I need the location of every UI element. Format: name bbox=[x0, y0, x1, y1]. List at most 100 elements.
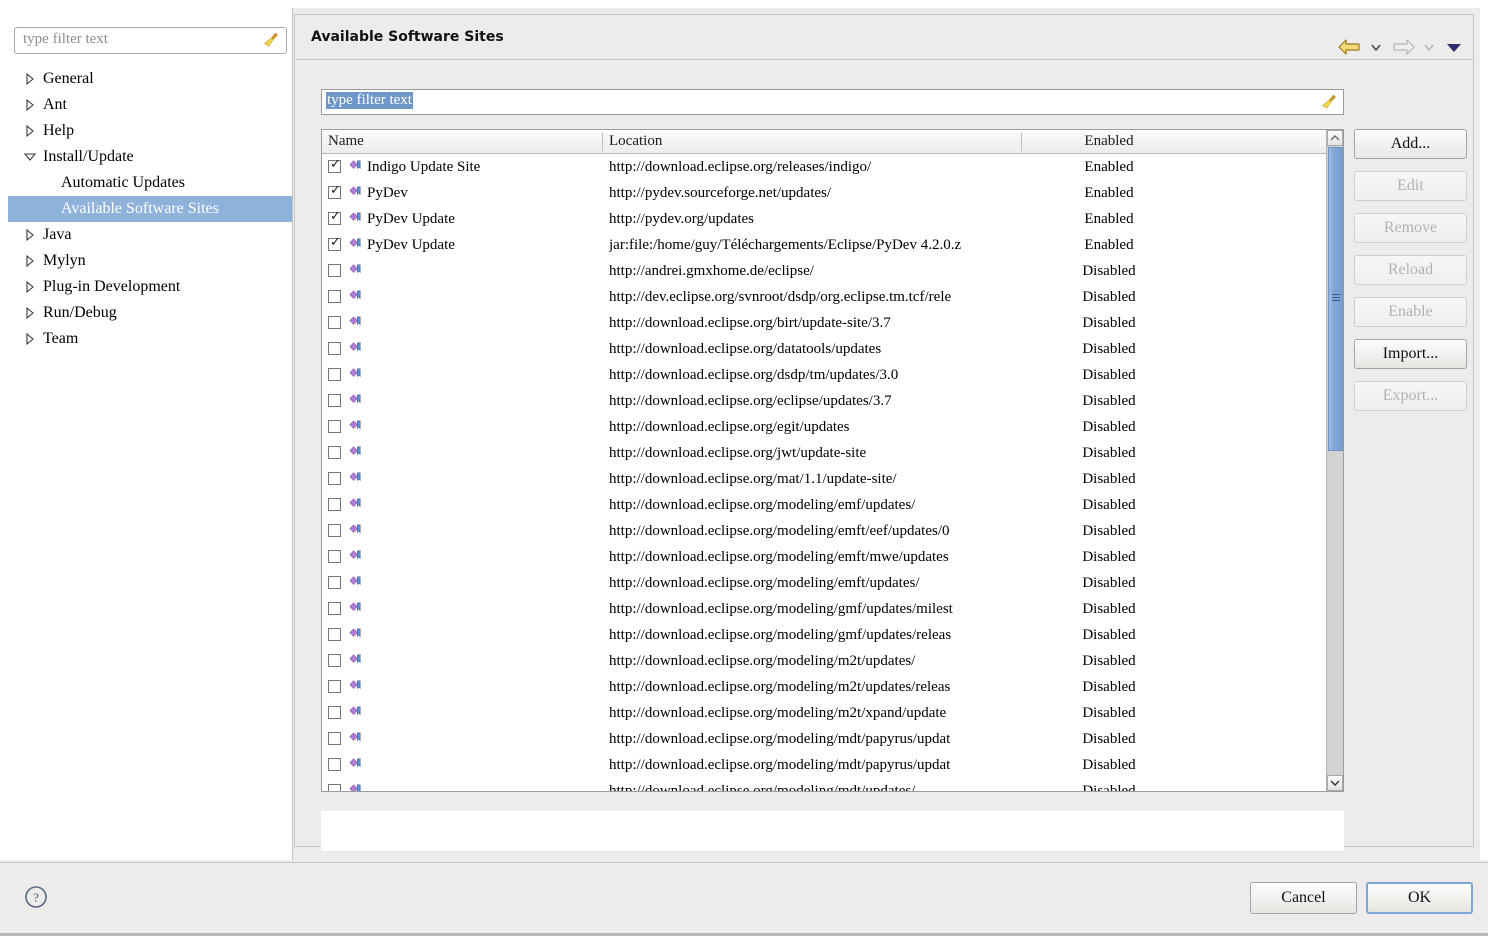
scroll-up-button[interactable] bbox=[1327, 130, 1343, 146]
row-checkbox[interactable] bbox=[328, 342, 341, 355]
row-checkbox[interactable] bbox=[328, 654, 341, 667]
table-row[interactable]: http://download.eclipse.org/dsdp/tm/upda… bbox=[322, 362, 1322, 388]
table-row[interactable]: ✓ PyDev http://pydev.sourceforge.net/updat… bbox=[322, 180, 1322, 206]
chevron-right-icon[interactable] bbox=[23, 300, 37, 326]
broom-icon[interactable] bbox=[262, 31, 280, 49]
row-enabled-status: Disabled bbox=[1082, 523, 1136, 539]
table-row[interactable]: http://download.eclipse.org/modeling/m2t… bbox=[322, 674, 1322, 700]
ok-button[interactable]: OK bbox=[1366, 882, 1473, 914]
table-row[interactable]: ✓ Indigo Update Site http://download.eclip… bbox=[322, 154, 1322, 180]
table-row[interactable]: http://download.eclipse.org/modeling/mdt… bbox=[322, 778, 1322, 791]
sidebar-item-run-debug[interactable]: Run/Debug bbox=[8, 300, 292, 326]
row-checkbox[interactable] bbox=[328, 368, 341, 381]
table-scrollbar[interactable] bbox=[1326, 130, 1343, 791]
chevron-right-icon[interactable] bbox=[23, 248, 37, 274]
row-checkbox[interactable] bbox=[328, 732, 341, 745]
table-row[interactable]: http://download.eclipse.org/modeling/gmf… bbox=[322, 596, 1322, 622]
row-checkbox[interactable] bbox=[328, 472, 341, 485]
table-row[interactable]: http://andrei.gmxhome.de/eclipse/Disable… bbox=[322, 258, 1322, 284]
table-row[interactable]: http://download.eclipse.org/mat/1.1/upda… bbox=[322, 466, 1322, 492]
update-site-icon bbox=[349, 732, 361, 742]
table-row[interactable]: http://dev.eclipse.org/svnroot/dsdp/org.… bbox=[322, 284, 1322, 310]
sidebar-item-general[interactable]: General bbox=[8, 66, 292, 92]
table-row[interactable]: http://download.eclipse.org/modeling/emf… bbox=[322, 492, 1322, 518]
sidebar-item-team[interactable]: Team bbox=[8, 326, 292, 352]
sidebar-filter-input[interactable]: type filter text bbox=[23, 31, 108, 48]
row-checkbox[interactable] bbox=[328, 706, 341, 719]
row-checkbox[interactable] bbox=[328, 446, 341, 459]
import-button[interactable]: Import... bbox=[1354, 339, 1467, 369]
chevron-right-icon[interactable] bbox=[23, 274, 37, 300]
column-header-location[interactable]: Location bbox=[609, 130, 662, 153]
check-icon: ✓ bbox=[330, 183, 341, 198]
sidebar-item-plug-in-development[interactable]: Plug-in Development bbox=[8, 274, 292, 300]
scroll-down-button[interactable] bbox=[1327, 775, 1343, 791]
row-checkbox[interactable] bbox=[328, 420, 341, 433]
row-checkbox[interactable] bbox=[328, 784, 341, 791]
row-checkbox[interactable] bbox=[328, 628, 341, 641]
chevron-down-icon[interactable] bbox=[23, 144, 37, 170]
row-checkbox[interactable]: ✓ bbox=[328, 210, 341, 225]
row-location: http://download.eclipse.org/modeling/mdt… bbox=[609, 731, 951, 747]
sidebar-item-label: Install/Update bbox=[43, 148, 134, 165]
row-checkbox[interactable] bbox=[328, 498, 341, 511]
sidebar-item-java[interactable]: Java bbox=[8, 222, 292, 248]
help-circle-icon[interactable]: ? bbox=[24, 885, 48, 909]
add-button[interactable]: Add... bbox=[1354, 129, 1467, 159]
table-row[interactable]: http://download.eclipse.org/jwt/update-s… bbox=[322, 440, 1322, 466]
chevron-right-icon[interactable] bbox=[23, 92, 37, 118]
sidebar-item-install-update[interactable]: Install/Update bbox=[8, 144, 292, 170]
table-row[interactable]: http://download.eclipse.org/modeling/emf… bbox=[322, 570, 1322, 596]
row-checkbox[interactable] bbox=[328, 680, 341, 693]
chevron-right-icon[interactable] bbox=[23, 222, 37, 248]
row-checkbox[interactable] bbox=[328, 316, 341, 329]
table-row[interactable]: http://download.eclipse.org/egit/updates… bbox=[322, 414, 1322, 440]
table-row[interactable]: ✓ PyDev Update jar:file:/home/guy/Téléchar… bbox=[322, 232, 1322, 258]
row-checkbox[interactable] bbox=[328, 758, 341, 771]
chevron-right-icon[interactable] bbox=[23, 66, 37, 92]
row-checkbox[interactable]: ✓ bbox=[328, 183, 341, 199]
table-row[interactable]: http://download.eclipse.org/modeling/mdt… bbox=[322, 726, 1322, 752]
column-header-enabled[interactable]: Enabled bbox=[1022, 130, 1196, 153]
sidebar-item-help[interactable]: Help bbox=[8, 118, 292, 144]
scrollbar-thumb[interactable] bbox=[1328, 147, 1343, 451]
table-row[interactable]: http://download.eclipse.org/modeling/emf… bbox=[322, 544, 1322, 570]
table-row[interactable]: http://download.eclipse.org/modeling/gmf… bbox=[322, 622, 1322, 648]
broom-icon[interactable] bbox=[1320, 93, 1338, 111]
table-row[interactable]: ✓ PyDev Update http://pydev.org/updates Ena… bbox=[322, 206, 1322, 232]
row-enabled-status: Disabled bbox=[1082, 497, 1136, 513]
row-checkbox[interactable] bbox=[328, 394, 341, 407]
sidebar-item-mylyn[interactable]: Mylyn bbox=[8, 248, 292, 274]
back-arrow-icon[interactable] bbox=[1337, 37, 1363, 57]
software-sites-filter-box[interactable] bbox=[321, 89, 1344, 115]
column-header-name[interactable]: Name bbox=[328, 130, 364, 153]
dropdown-triangle-icon[interactable] bbox=[1443, 37, 1465, 57]
row-checkbox[interactable] bbox=[328, 264, 341, 277]
table-row[interactable]: http://download.eclipse.org/modeling/emf… bbox=[322, 518, 1322, 544]
table-row[interactable]: http://download.eclipse.org/modeling/mdt… bbox=[322, 752, 1322, 778]
sidebar-item-available-software-sites[interactable]: Available Software Sites bbox=[8, 196, 292, 222]
row-checkbox[interactable] bbox=[328, 602, 341, 615]
row-checkbox[interactable]: ✓ bbox=[328, 236, 341, 251]
column-divider[interactable] bbox=[602, 133, 603, 151]
chevron-right-icon[interactable] bbox=[23, 118, 37, 144]
row-checkbox[interactable] bbox=[328, 550, 341, 563]
row-checkbox[interactable]: ✓ bbox=[328, 158, 341, 173]
table-row[interactable]: http://download.eclipse.org/datatools/up… bbox=[322, 336, 1322, 362]
table-row[interactable]: http://download.eclipse.org/birt/update-… bbox=[322, 310, 1322, 336]
sidebar-filter[interactable]: type filter text bbox=[14, 27, 287, 54]
table-row[interactable]: http://download.eclipse.org/modeling/m2t… bbox=[322, 700, 1322, 726]
row-checkbox[interactable] bbox=[328, 290, 341, 303]
software-sites-filter[interactable]: type filter text bbox=[321, 89, 1344, 115]
chevron-right-icon[interactable] bbox=[23, 326, 37, 352]
sidebar-item-automatic-updates[interactable]: Automatic Updates bbox=[8, 170, 292, 196]
sidebar-item-ant[interactable]: Ant bbox=[8, 92, 292, 118]
back-dropdown-chevron-down-icon[interactable] bbox=[1368, 37, 1384, 57]
row-checkbox[interactable] bbox=[328, 576, 341, 589]
table-row[interactable]: http://download.eclipse.org/modeling/m2t… bbox=[322, 648, 1322, 674]
update-site-icon bbox=[349, 160, 361, 170]
search-input[interactable]: type filter text bbox=[326, 92, 413, 109]
row-checkbox[interactable] bbox=[328, 524, 341, 537]
table-row[interactable]: http://download.eclipse.org/eclipse/upda… bbox=[322, 388, 1322, 414]
cancel-button[interactable]: Cancel bbox=[1250, 882, 1357, 914]
